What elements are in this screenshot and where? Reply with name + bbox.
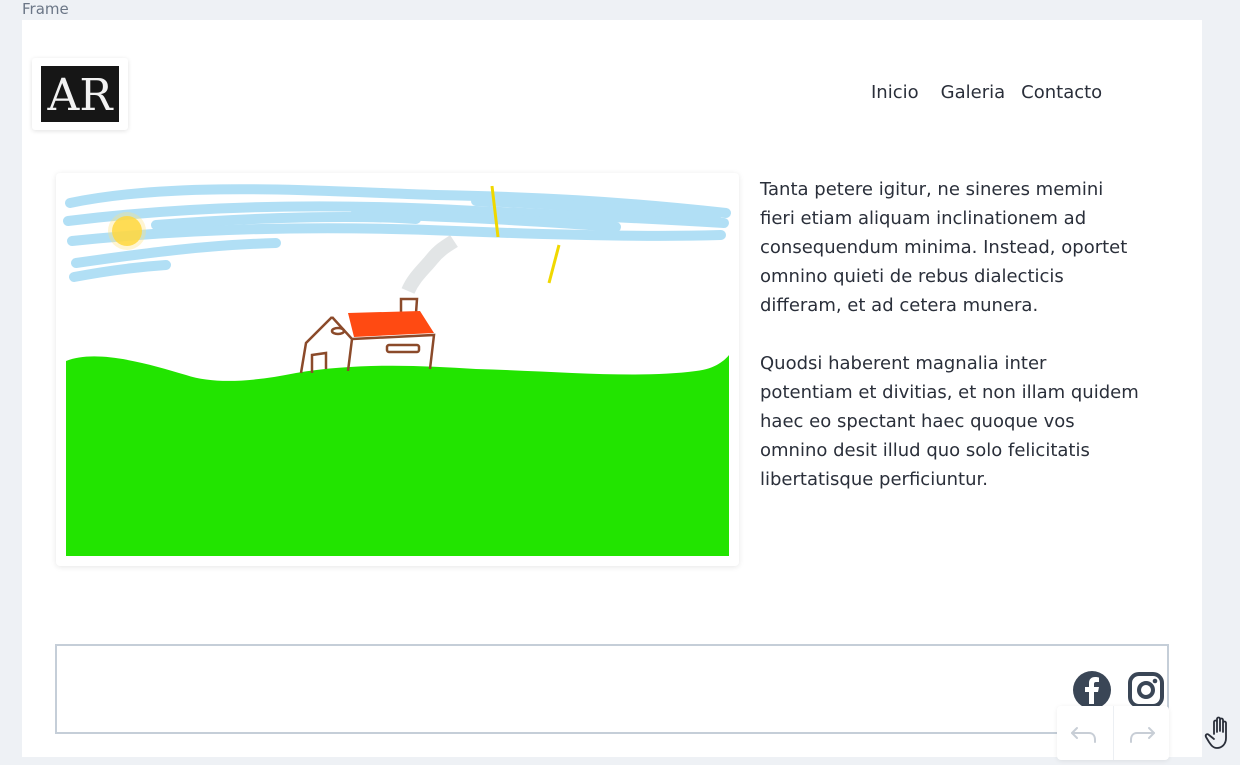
history-toolbar (1057, 706, 1169, 760)
frame-label: Frame (22, 0, 69, 18)
main-nav: Inicio Galeria Contacto (871, 82, 1102, 103)
nav-item-contacto[interactable]: Contacto (1021, 82, 1102, 103)
paragraph-1: Tanta petere igitur, ne sineres memini f… (760, 179, 1128, 316)
grass (66, 355, 729, 556)
roof (348, 311, 434, 337)
logo[interactable]: AR (32, 58, 128, 130)
nav-item-galeria[interactable]: Galeria (941, 82, 1006, 103)
footer (55, 644, 1169, 734)
redo-icon[interactable] (1113, 706, 1169, 760)
nav-item-inicio[interactable]: Inicio (871, 82, 919, 103)
smoke (401, 235, 458, 295)
house-drawing (63, 184, 731, 556)
hand-icon[interactable] (1203, 708, 1240, 758)
drawing-image (56, 173, 739, 566)
logo-image: AR (41, 66, 119, 122)
undo-icon[interactable] (1057, 706, 1114, 760)
intro-text: Tanta petere igitur, ne sineres memini f… (760, 175, 1140, 523)
frame-canvas: AR Inicio Galeria Contacto Tanta petere … (22, 20, 1202, 757)
lightning-2 (547, 244, 561, 284)
sky-scribble (63, 184, 731, 282)
logo-text: AR (47, 70, 115, 121)
paragraph-2: Quodsi haberent magnalia inter potentiam… (760, 353, 1139, 490)
